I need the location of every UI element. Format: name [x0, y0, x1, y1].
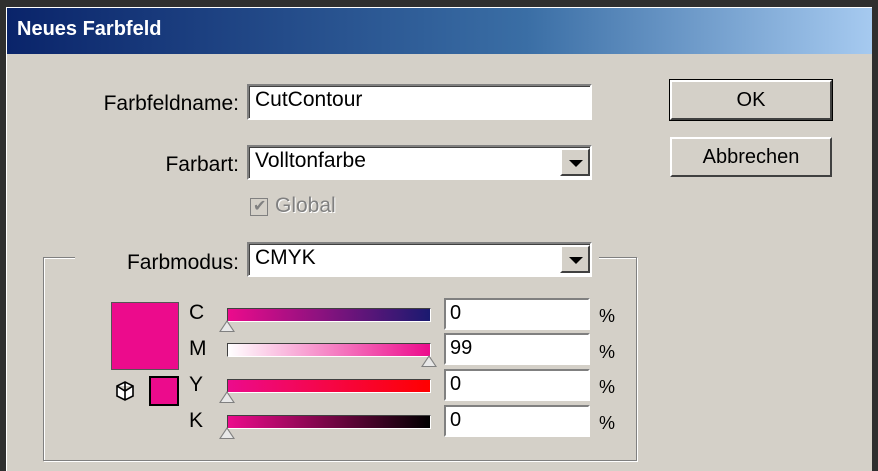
- global-checkbox[interactable]: ✔: [250, 198, 268, 216]
- channel-c-unit: %: [599, 306, 616, 326]
- chevron-down-icon: [569, 257, 583, 264]
- channel-c-thumb[interactable]: [219, 320, 235, 332]
- channel-k-slider[interactable]: [219, 415, 431, 439]
- swatch-name-input[interactable]: CutContour: [247, 84, 592, 120]
- channel-m-unit: %: [599, 342, 616, 362]
- channel-c-label: C: [189, 301, 205, 324]
- color-type-label: Farbart:: [165, 153, 239, 176]
- channel-k-input[interactable]: 0: [444, 405, 590, 437]
- gamut-color-swatch[interactable]: [149, 376, 179, 406]
- channel-m-slider[interactable]: [227, 343, 437, 367]
- ok-button[interactable]: OK: [669, 79, 833, 121]
- cancel-button[interactable]: Abbrechen: [670, 137, 832, 177]
- swatch-name-label: Farbfeldname:: [103, 92, 239, 115]
- chevron-down-icon: [569, 160, 583, 167]
- cube-icon[interactable]: [113, 379, 137, 403]
- channel-y-input[interactable]: 0: [444, 369, 590, 401]
- check-icon: ✔: [253, 198, 267, 215]
- color-type-select[interactable]: Volltonfarbe: [247, 145, 592, 180]
- color-mode-label: Farbmodus:: [126, 251, 239, 274]
- channel-m-thumb[interactable]: [421, 355, 437, 367]
- new-swatch-dialog: Neues Farbfeld Farbfeldname: CutContour …: [6, 7, 872, 471]
- channel-c-input[interactable]: 0: [444, 298, 590, 330]
- channel-y-label: Y: [189, 373, 204, 396]
- channel-c-slider[interactable]: [219, 308, 431, 332]
- dialog-title: Neues Farbfeld: [17, 18, 162, 40]
- channel-k-thumb[interactable]: [219, 427, 235, 439]
- channel-m-label: M: [189, 337, 207, 360]
- global-label: Global: [275, 194, 336, 217]
- channel-y-thumb[interactable]: [219, 391, 235, 403]
- color-preview-swatch: [111, 302, 179, 370]
- channel-m-input[interactable]: 99: [444, 333, 590, 365]
- color-type-dropdown-button[interactable]: [560, 148, 590, 176]
- channel-k-unit: %: [599, 413, 616, 433]
- title-bar[interactable]: Neues Farbfeld: [7, 8, 872, 54]
- color-type-value: Volltonfarbe: [255, 149, 366, 172]
- channel-y-unit: %: [599, 377, 616, 397]
- color-mode-dropdown-button[interactable]: [560, 245, 590, 273]
- channel-y-slider[interactable]: [219, 379, 431, 403]
- color-mode-select[interactable]: CMYK: [247, 242, 592, 277]
- color-mode-value: CMYK: [255, 246, 316, 269]
- channel-k-label: K: [189, 409, 204, 432]
